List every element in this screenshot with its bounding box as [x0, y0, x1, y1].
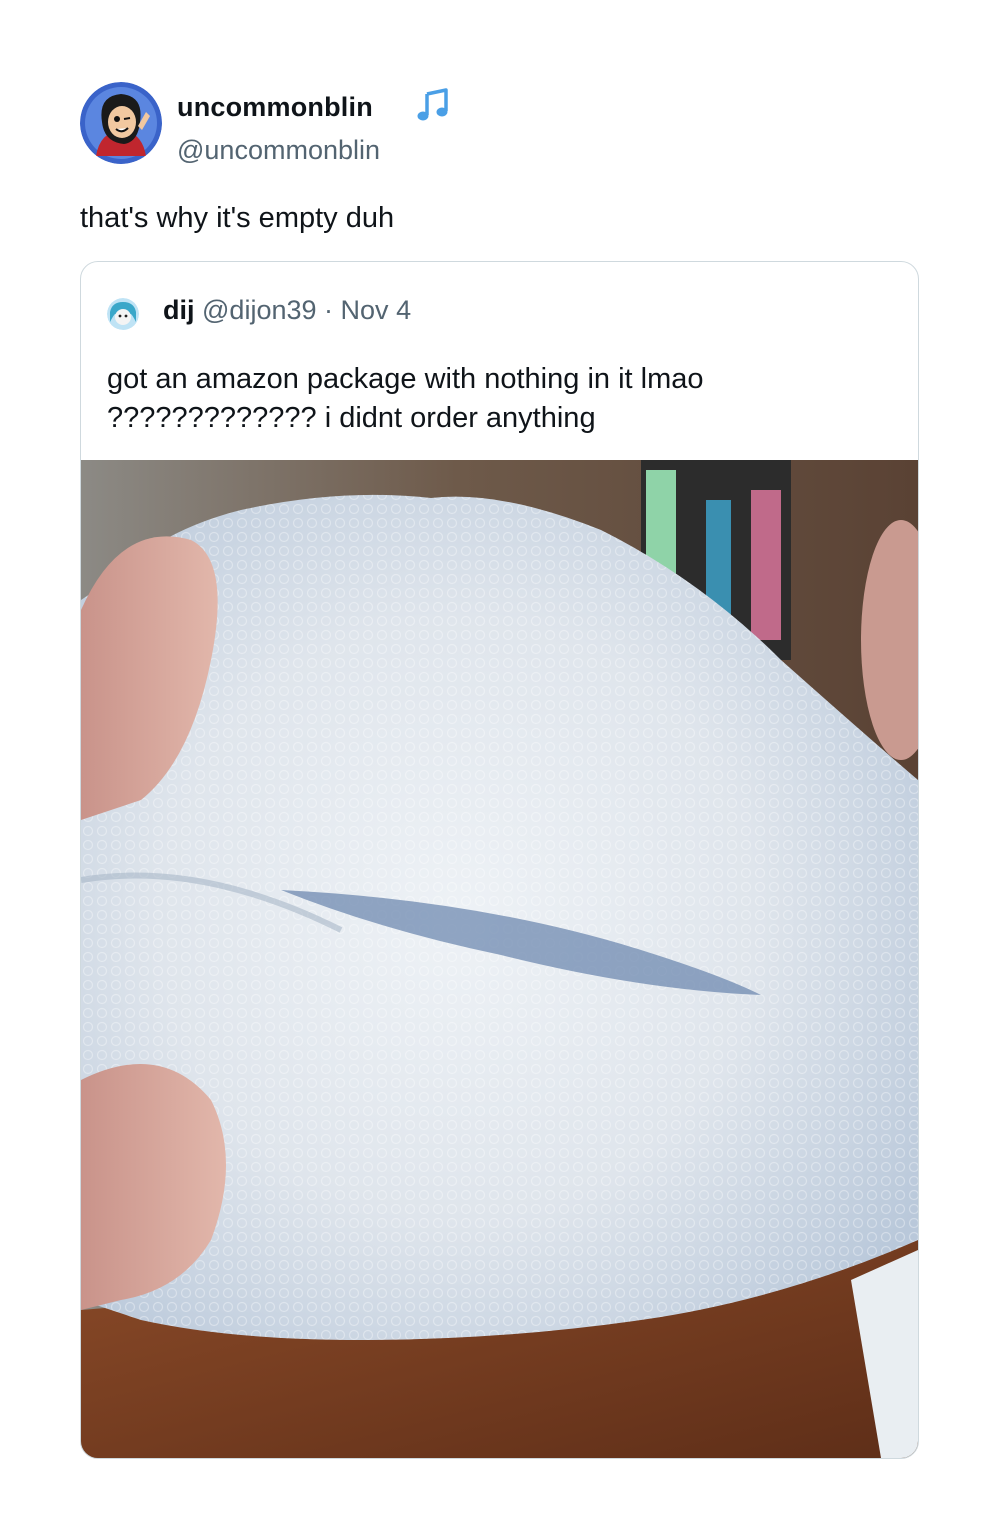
author-display-name[interactable]: uncommonblin: [177, 92, 373, 123]
post-text: that's why it's empty duh: [80, 202, 395, 234]
quoted-author-avatar[interactable]: [107, 298, 139, 330]
author-avatar[interactable]: [80, 82, 162, 164]
post-author: uncommonblin @uncommonblin: [80, 82, 920, 166]
quoted-post-text: got an amazon package with nothing in it…: [107, 363, 704, 434]
author-handle[interactable]: @uncommonblin: [177, 135, 380, 166]
quoted-post-photo[interactable]: [81, 460, 918, 1458]
music-note-icon: [415, 87, 451, 123]
post: uncommonblin @uncommonblin that's why it…: [80, 82, 920, 234]
quoted-author-handle[interactable]: @dijon39: [202, 295, 317, 325]
header-separator: ·: [324, 295, 334, 325]
quoted-post-date[interactable]: Nov 4: [341, 295, 412, 325]
quoted-post-header: dij @dijon39 · Nov 4: [163, 295, 411, 326]
quoted-author-display-name[interactable]: dij: [163, 295, 195, 325]
quoted-post-card[interactable]: dij @dijon39 · Nov 4 got an amazon packa…: [80, 261, 919, 1459]
